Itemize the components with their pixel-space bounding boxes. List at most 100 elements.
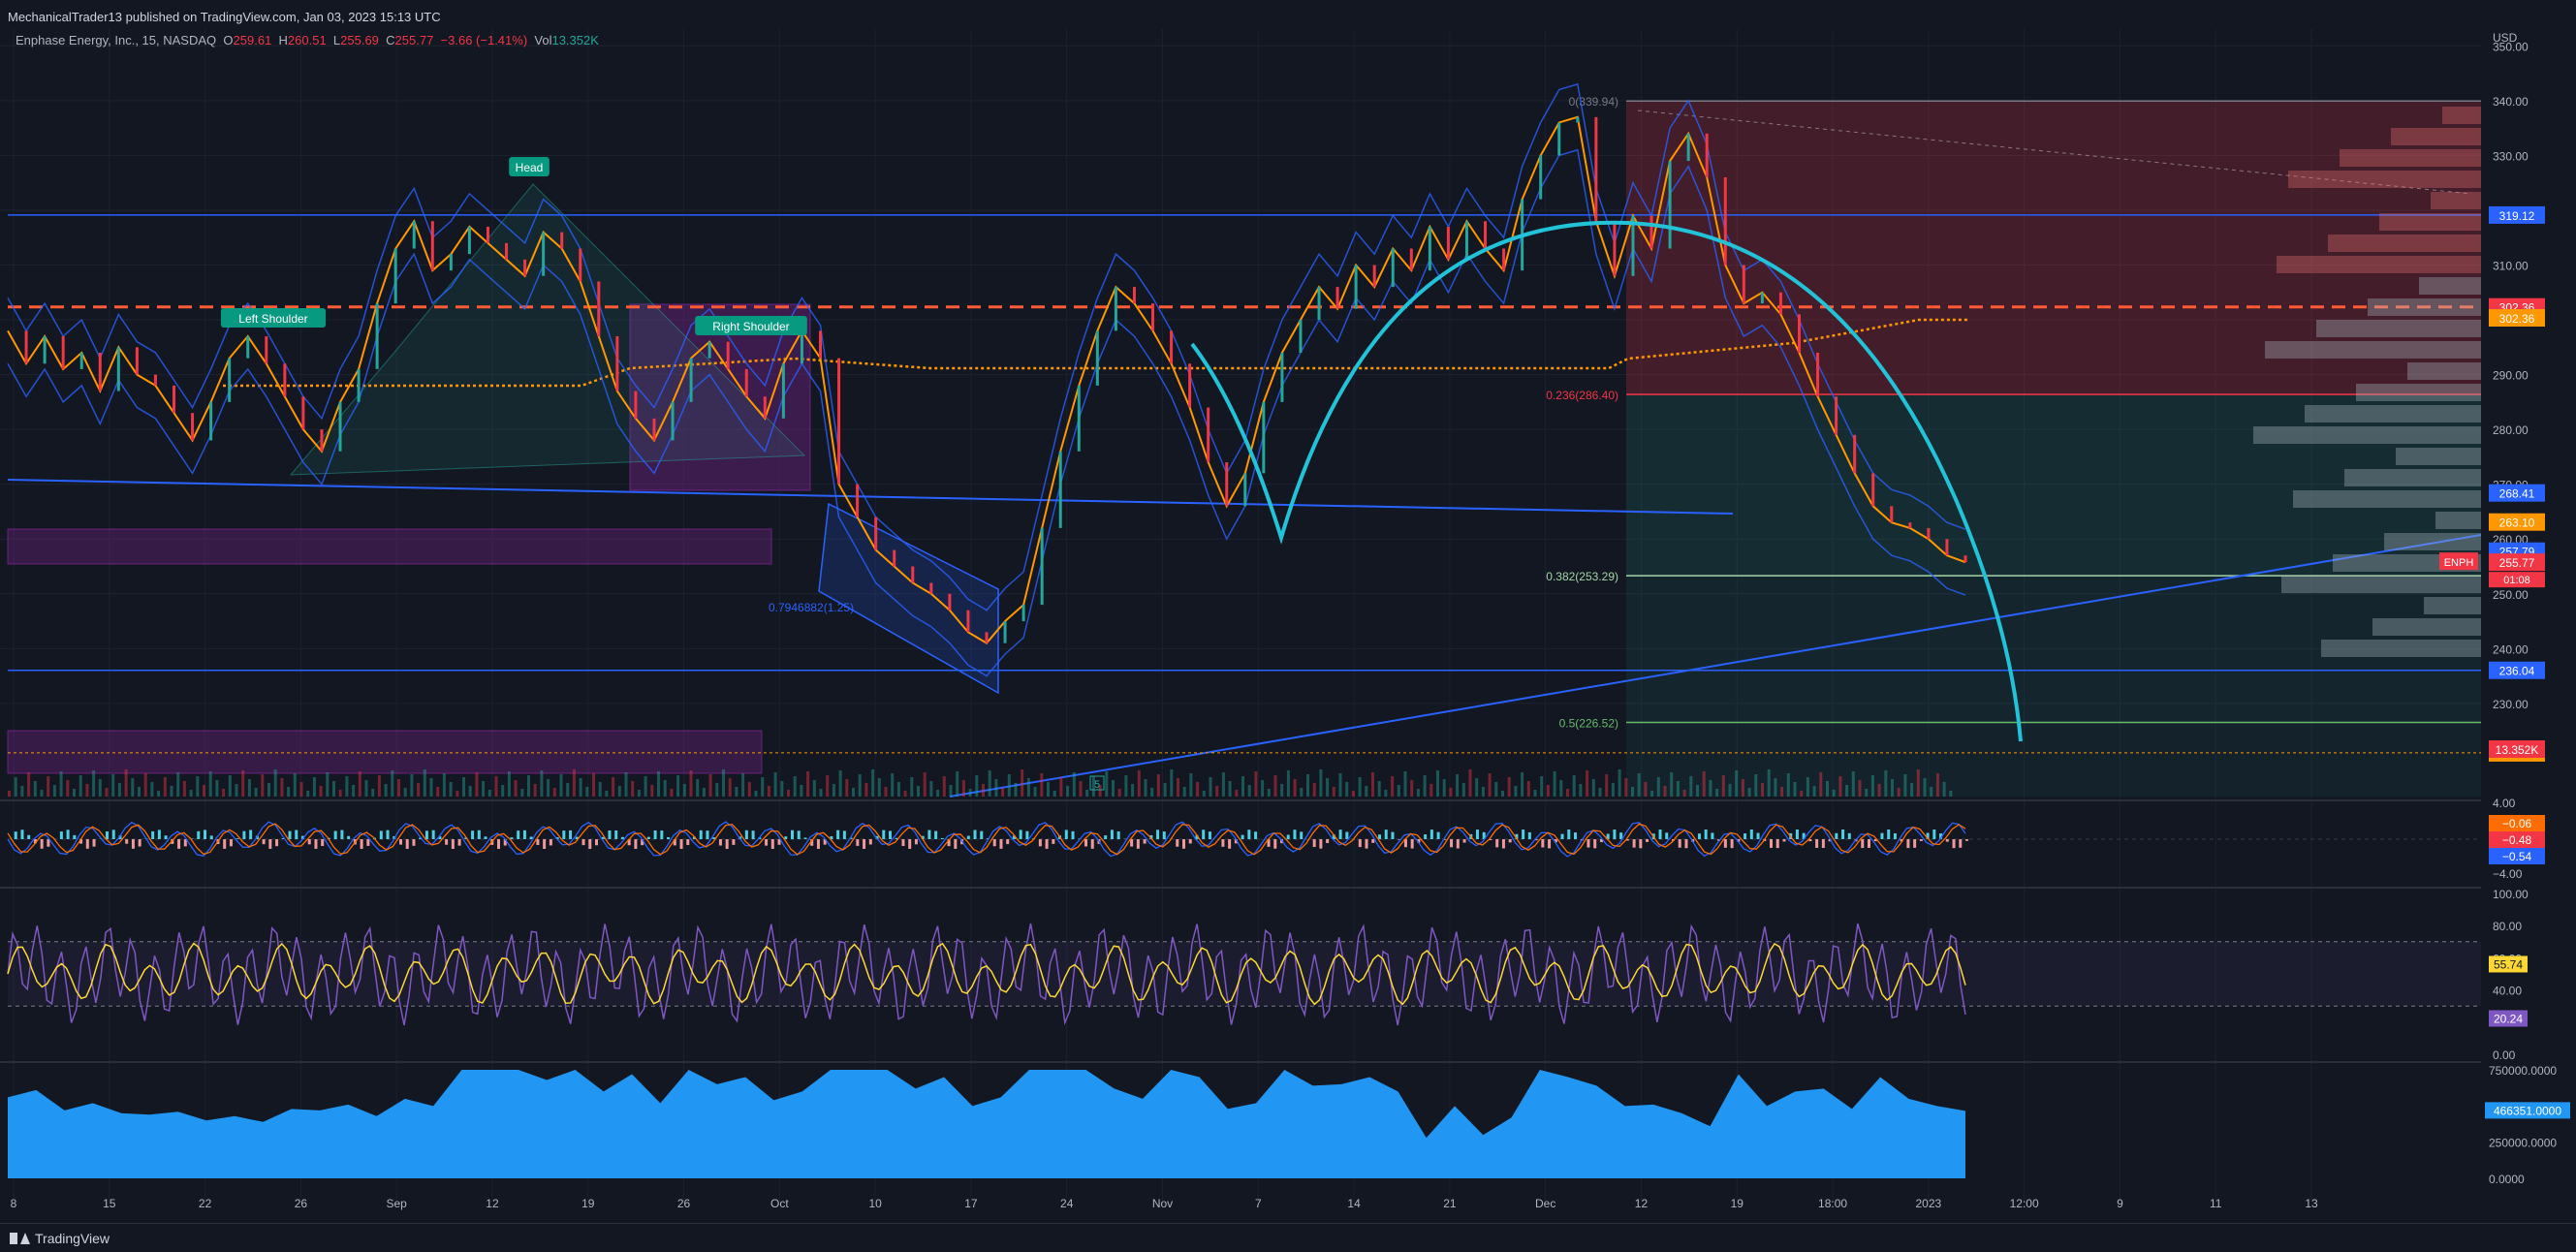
volume-profile-row: [2253, 426, 2481, 444]
macd-histogram-bar: [1052, 839, 1054, 844]
macd-histogram-bar: [614, 830, 617, 839]
volume-bar: [1150, 788, 1153, 797]
volume-bar: [1592, 779, 1595, 797]
volume-bar: [618, 786, 621, 797]
macd-histogram-bar: [1300, 831, 1303, 839]
volume-bar: [787, 790, 790, 797]
macd-histogram-bar: [1326, 839, 1329, 843]
volume-bar: [1294, 779, 1297, 797]
volume-bar: [1794, 782, 1797, 797]
x-tick-label: 9: [2117, 1197, 2123, 1210]
tradingview-logo[interactable]: TradingView: [10, 1231, 110, 1246]
volume-bar: [540, 770, 543, 797]
x-tick-label: 19: [581, 1197, 595, 1210]
macd-histogram-bar: [1796, 829, 1799, 839]
volume-bar: [936, 790, 939, 797]
volume-bar: [1391, 776, 1394, 797]
volume-bar: [443, 773, 446, 797]
macd-histogram-bar: [268, 839, 271, 849]
macd-histogram-bar: [177, 839, 180, 849]
volume-bar: [924, 772, 927, 797]
open-value: 259.61: [234, 33, 272, 47]
rsi-tick-label: 80.00: [2493, 920, 2522, 933]
macd-histogram-bar: [1509, 839, 1512, 842]
volume-bar: [430, 778, 433, 797]
macd-histogram-bar: [204, 829, 206, 839]
macd-histogram-bar: [1724, 839, 1727, 848]
volume-bar: [326, 772, 329, 797]
macd-histogram-bar: [412, 839, 415, 846]
volume-profile-row: [2407, 362, 2481, 380]
volume-bar: [1501, 791, 1504, 797]
volume-profile-row: [2293, 490, 2481, 508]
macd-histogram-bar: [621, 837, 624, 839]
macd-histogram-bar: [1698, 833, 1701, 839]
volume-bar: [1871, 775, 1874, 797]
macd-histogram-bar: [562, 830, 565, 839]
volume-bar: [1475, 778, 1478, 797]
macd-histogram-bar: [726, 839, 729, 849]
volume-bar: [1838, 776, 1841, 797]
symbol-tag: ENPH: [2444, 557, 2474, 569]
volume-bar: [196, 776, 199, 797]
chart-canvas[interactable]: 0(339.94)0.236(286.40)0.382(253.29)0.5(2…: [0, 0, 2576, 1223]
volume-bar: [1352, 791, 1355, 797]
volume-bar: [157, 791, 160, 797]
volume-bar: [1287, 770, 1290, 797]
volume-bar: [722, 769, 725, 797]
macd-histogram-bar: [406, 839, 409, 849]
macd-histogram-bar: [843, 830, 846, 839]
volume-bar: [332, 781, 335, 797]
volume-bar: [345, 776, 348, 797]
macd-histogram-bar: [425, 830, 428, 839]
macd-histogram-bar: [1430, 829, 1433, 839]
volume-bar: [222, 789, 225, 797]
event-marker: 5: [1094, 779, 1100, 791]
brand-name: TradingView: [35, 1231, 110, 1246]
volume-bar: [1112, 780, 1115, 797]
macd-histogram-bar: [478, 830, 481, 839]
volume-bar: [1034, 787, 1037, 797]
x-tick-label: 14: [1347, 1197, 1361, 1210]
volume-bar: [60, 771, 63, 797]
volume-bar: [729, 778, 732, 797]
volume-bar: [404, 788, 407, 797]
volume-bar: [527, 775, 530, 797]
volume-bar: [171, 786, 173, 797]
volume-bar: [560, 774, 563, 797]
volume-bar: [1754, 774, 1757, 797]
volume-bar: [1865, 789, 1868, 797]
volume-bar: [92, 770, 95, 797]
volume-bar: [118, 783, 121, 797]
volume-bar: [8, 791, 11, 797]
volume-bar: [1384, 790, 1387, 797]
volume-bar: [1196, 782, 1199, 797]
macd-histogram-bar: [1679, 839, 1681, 848]
macd-histogram-bar: [1822, 839, 1825, 848]
volume-bar: [741, 773, 744, 797]
volume-bar: [79, 775, 82, 797]
volume-bar: [1371, 772, 1374, 797]
macd-histogram-bar: [550, 839, 552, 845]
macd-histogram-bar: [1848, 833, 1851, 839]
volume-bar: [462, 777, 465, 797]
volume-bar: [41, 790, 44, 797]
macd-histogram-bar: [882, 830, 885, 839]
volume-bar: [378, 775, 381, 797]
volume-profile-row: [2340, 149, 2481, 167]
volume-bar: [1631, 787, 1634, 797]
volume-bar: [138, 787, 141, 797]
volume-bar: [436, 787, 439, 797]
macd-value-badge: −0.48: [2502, 833, 2532, 847]
volume-bar: [248, 779, 251, 797]
volume-bar: [1215, 786, 1218, 797]
volume-bar: [520, 789, 523, 797]
volume-bar: [820, 789, 823, 797]
volume-bar: [1624, 778, 1627, 797]
price-axis-badge: 263.10: [2499, 516, 2535, 530]
macd-histogram-bar: [647, 837, 650, 839]
macd-histogram-bar: [242, 831, 245, 839]
volume-bar: [1943, 782, 1946, 797]
fib-level-label: 0.382(253.29): [1546, 570, 1618, 583]
volume-bar: [969, 789, 972, 797]
